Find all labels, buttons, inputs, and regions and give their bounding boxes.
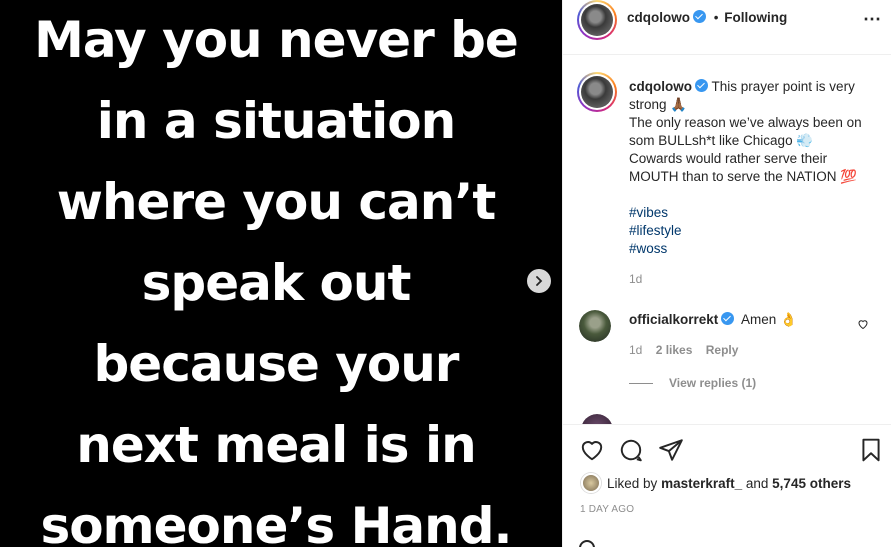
caption-line: MOUTH than to serve the NATION 💯 (629, 169, 858, 184)
post-image-text: May you never be in a situation where yo… (0, 0, 552, 547)
heart-icon[interactable] (579, 437, 605, 463)
post-side-panel: cdqolowo • Following ⋯ cdqolowo This pra… (562, 0, 891, 547)
image-text-line: May you never be (34, 11, 519, 69)
caption-avatar[interactable] (577, 72, 617, 112)
caption-line: Cowards would rather serve their (629, 151, 828, 166)
post-image[interactable]: May you never be in a situation where yo… (0, 0, 562, 547)
more-horizontal-icon[interactable]: ⋯ (863, 9, 882, 30)
comment-likes[interactable]: 2 likes (656, 343, 693, 357)
verified-badge-icon (695, 79, 708, 92)
hashtag-link[interactable]: #vibes (629, 204, 879, 222)
liked-by-prefix: Liked by (607, 476, 658, 491)
chevron-right-icon (536, 276, 543, 286)
reply-button[interactable]: Reply (706, 343, 739, 357)
image-text-line: next meal is in (76, 416, 476, 474)
comment-meta: 1d 2 likes Reply (629, 343, 748, 357)
author-username[interactable]: cdqolowo (627, 10, 690, 25)
comment-text: Amen 👌 (741, 312, 797, 327)
image-text-line: in a situation (96, 92, 456, 150)
likes-summary: Liked by masterkraft_ and 5,745 others (581, 473, 851, 493)
paper-plane-icon[interactable] (658, 437, 684, 463)
caption-text: cdqolowo This prayer point is very stron… (629, 78, 879, 258)
comment-icon[interactable] (618, 437, 644, 463)
header-name-row: cdqolowo • Following (627, 10, 787, 25)
image-text-line: speak out (141, 254, 412, 312)
caption-line: This prayer point is very (711, 79, 855, 94)
commenter-avatar[interactable] (579, 310, 611, 342)
author-avatar[interactable] (577, 0, 617, 40)
image-text-line: because your (93, 335, 460, 393)
hashtag-link[interactable]: #woss (629, 240, 879, 258)
hashtag-link[interactable]: #lifestyle (629, 222, 879, 240)
caption-line: strong 🙏🏾 (629, 97, 688, 112)
comment-text-row: officialkorrekt Amen 👌 (629, 312, 797, 328)
view-replies-button[interactable]: View replies (1) (629, 376, 756, 390)
emoji-picker-icon[interactable] (579, 540, 595, 547)
post-header: cdqolowo • Following ⋯ (563, 0, 891, 55)
comment-like-heart-icon[interactable] (857, 318, 869, 330)
liker-avatar[interactable] (581, 473, 601, 493)
next-commenter-avatar[interactable] (581, 414, 613, 424)
next-comment-partial (579, 412, 884, 424)
verified-badge-icon (721, 312, 735, 325)
caption-username[interactable]: cdqolowo (629, 79, 692, 94)
commenter-username[interactable]: officialkorrekt (629, 312, 718, 327)
likes-count[interactable]: 5,745 others (772, 476, 851, 491)
verified-badge-icon (693, 10, 706, 23)
image-text-line: where you can’t (56, 173, 497, 231)
image-text-line: someone’s Hand. (40, 497, 512, 547)
liked-by-and: and (745, 476, 769, 491)
caption-line: som BULLsh*t like Chicago 💨 (629, 133, 814, 148)
separator: • (713, 10, 719, 25)
caption-timestamp[interactable]: 1d (629, 272, 642, 286)
post-date[interactable]: 1 DAY AGO (580, 504, 634, 515)
comment-time[interactable]: 1d (629, 343, 642, 357)
following-button[interactable]: Following (724, 10, 787, 25)
liker-username[interactable]: masterkraft_ (661, 476, 742, 491)
next-slide-button[interactable] (527, 269, 551, 293)
post-actions: Liked by masterkraft_ and 5,745 others 1… (563, 424, 891, 547)
replies-divider (629, 383, 653, 385)
bookmark-icon[interactable] (858, 437, 884, 463)
caption-line: The only reason we’ve always been on (629, 115, 862, 130)
